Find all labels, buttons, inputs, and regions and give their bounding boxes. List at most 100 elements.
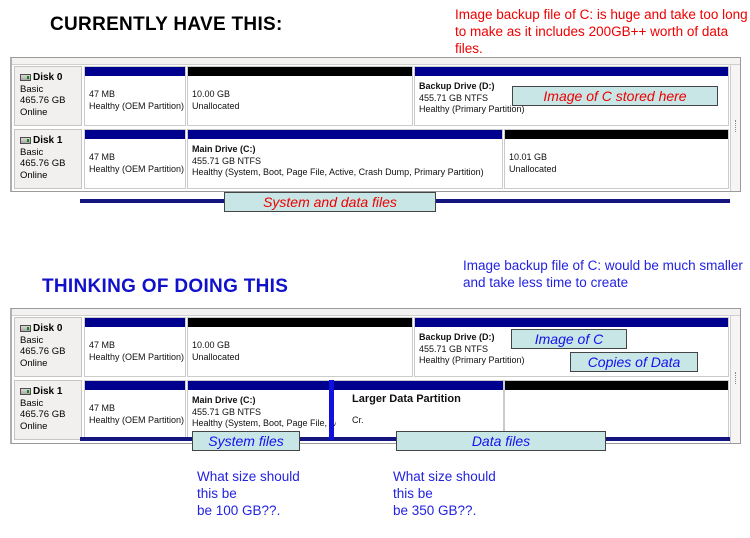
disk-management-panel-proposed: Disk 0 Basic 465.76 GB Online 47 MB Heal…	[10, 308, 741, 444]
callout-data-files: Data files	[396, 431, 606, 451]
partition-oem[interactable]: 47 MB Healthy (OEM Partition)	[84, 129, 186, 189]
drive-icon	[20, 137, 31, 145]
partition-size: 47 MB	[89, 340, 116, 350]
partition-status: Unallocated	[192, 100, 240, 111]
disk-header-disk1[interactable]: Disk 1 Basic 465.76 GB Online	[14, 129, 82, 189]
partition-text: Larger Data Partition Cr.	[352, 393, 501, 426]
partition-color-bar	[505, 130, 728, 139]
panel-top-strip	[12, 309, 740, 316]
disk-row[interactable]: Disk 1 Basic 465.76 GB Online 47 MB Heal…	[14, 380, 731, 440]
annotation-red-top: Image backup file of C: is huge and take…	[455, 7, 748, 56]
disk-header-disk0[interactable]: Disk 0 Basic 465.76 GB Online	[14, 66, 82, 126]
disk-title: Disk 0	[20, 72, 81, 84]
partition-status: Healthy (OEM Partition)	[89, 163, 185, 174]
drive-icon	[20, 325, 31, 333]
partition-split-divider[interactable]	[329, 380, 334, 440]
disk-type: Basic	[20, 334, 44, 346]
partition-status: Unallocated	[509, 163, 557, 174]
partition-status: Cr.	[352, 414, 364, 425]
partition-color-bar	[188, 67, 412, 76]
callout-image-of-c: Image of C	[511, 329, 627, 349]
disk-size: 465.76 GB	[20, 158, 66, 169]
page-title-current: CURRENTLY HAVE THIS:	[50, 14, 283, 35]
disk-type: Basic	[20, 83, 44, 95]
partition-color-bar	[336, 381, 503, 390]
partition-color-bar	[415, 318, 728, 327]
partition-color-bar	[188, 318, 412, 327]
partition-unallocated[interactable]: 10.01 GB Unallocated	[504, 129, 729, 189]
partition-oem[interactable]: 47 MB Healthy (OEM Partition)	[84, 317, 186, 377]
partition-status: Healthy (OEM Partition)	[89, 414, 185, 425]
question-left-text: What size should this be be 100 GB??.	[197, 469, 300, 518]
partition-color-bar	[188, 130, 502, 139]
partition-color-bar	[85, 130, 185, 139]
partition-size: 10.00 GB	[192, 89, 231, 99]
disk-name: Disk 0	[33, 72, 63, 83]
partition-main-drive-c[interactable]: Main Drive (C:) 455.71 GB NTFS Healthy (…	[187, 129, 503, 189]
partition-color-bar	[85, 318, 185, 327]
partition-color-bar	[85, 381, 185, 390]
disk-type: Basic	[20, 397, 44, 409]
partition-text: 47 MB Healthy (OEM Partition)	[89, 340, 185, 363]
partition-text: 47 MB Healthy (OEM Partition)	[89, 89, 185, 112]
partition-size: 10.01 GB	[509, 152, 548, 162]
partition-oem[interactable]: 47 MB Healthy (OEM Partition)	[84, 66, 186, 126]
partition-text: 47 MB Healthy (OEM Partition)	[89, 403, 185, 426]
diagram-root: CURRENTLY HAVE THIS: Image backup file o…	[0, 0, 750, 538]
partition-oem[interactable]: 47 MB Healthy (OEM Partition)	[84, 380, 186, 440]
partition-color-bar	[85, 67, 185, 76]
disk-header-disk1[interactable]: Disk 1 Basic 465.76 GB Online	[14, 380, 82, 440]
partition-size: 455.71 GB NTFS	[192, 155, 262, 166]
partition-size: 47 MB	[89, 89, 116, 99]
partition-text: 10.01 GB Unallocated	[509, 152, 726, 175]
disk-size: 465.76 GB	[20, 346, 66, 357]
partition-status: Healthy (OEM Partition)	[89, 100, 185, 111]
panel-scrollbar[interactable]	[730, 65, 740, 191]
partition-unallocated[interactable]: 10.00 GB Unallocated	[187, 66, 413, 126]
disk-title: Disk 1	[20, 135, 81, 147]
disk-type: Basic	[20, 146, 44, 158]
callout-system-and-data-files: System and data files	[224, 192, 436, 212]
disk-size: 465.76 GB	[20, 95, 66, 106]
partition-size: 10.00 GB	[192, 340, 231, 350]
annotation-question-right: What size should this be be 350 GB??.	[393, 468, 578, 519]
disk-title: Disk 0	[20, 323, 81, 335]
partition-color-bar	[415, 67, 728, 76]
disk-name: Disk 1	[33, 135, 63, 146]
partition-color-bar	[505, 381, 728, 390]
annotation-blue-mid: Image backup file of C: would be much sm…	[463, 258, 743, 290]
partition-text: 47 MB Healthy (OEM Partition)	[89, 152, 185, 175]
disk-status: Online	[20, 169, 48, 181]
disk-name: Disk 1	[33, 386, 63, 397]
partition-status: Unallocated	[192, 351, 240, 362]
callout-image-of-c-stored-here: Image of C stored here	[512, 86, 718, 106]
disk-size: 465.76 GB	[20, 409, 66, 420]
partition-label: Larger Data Partition	[352, 393, 461, 405]
disk-title: Disk 1	[20, 386, 81, 398]
disk-status: Online	[20, 106, 48, 118]
disk-status: Online	[20, 420, 48, 432]
panel-top-strip	[12, 58, 740, 65]
partition-text: 10.00 GB Unallocated	[192, 89, 410, 112]
disk-name: Disk 0	[33, 323, 63, 334]
panel-scrollbar[interactable]	[730, 316, 740, 443]
drive-icon	[20, 74, 31, 82]
drive-icon	[20, 388, 31, 396]
partition-status: Healthy (System, Boot, Page File, Active…	[192, 167, 484, 177]
partition-text: 10.00 GB Unallocated	[192, 340, 410, 363]
partition-size: 47 MB	[89, 152, 116, 162]
partition-text: Main Drive (C:) 455.71 GB NTFS Healthy (…	[192, 144, 500, 179]
disk-status: Online	[20, 357, 48, 369]
partition-label: Main Drive (C:)	[192, 144, 256, 154]
callout-copies-of-data: Copies of Data	[570, 352, 698, 372]
partition-status: Healthy (OEM Partition)	[89, 351, 185, 362]
page-title-proposed: THINKING OF DOING THIS	[42, 276, 289, 297]
question-right-text: What size should this be be 350 GB??.	[393, 469, 496, 518]
annotation-question-left: What size should this be be 100 GB??.	[197, 468, 382, 519]
partition-unallocated[interactable]: 10.00 GB Unallocated	[187, 317, 413, 377]
callout-system-files: System files	[192, 431, 300, 451]
disk-management-panel-current: Disk 0 Basic 465.76 GB Online 47 MB Heal…	[10, 57, 741, 192]
disk-row[interactable]: Disk 1 Basic 465.76 GB Online 47 MB Heal…	[14, 129, 731, 189]
partition-size: 47 MB	[89, 403, 116, 413]
disk-header-disk0[interactable]: Disk 0 Basic 465.76 GB Online	[14, 317, 82, 377]
